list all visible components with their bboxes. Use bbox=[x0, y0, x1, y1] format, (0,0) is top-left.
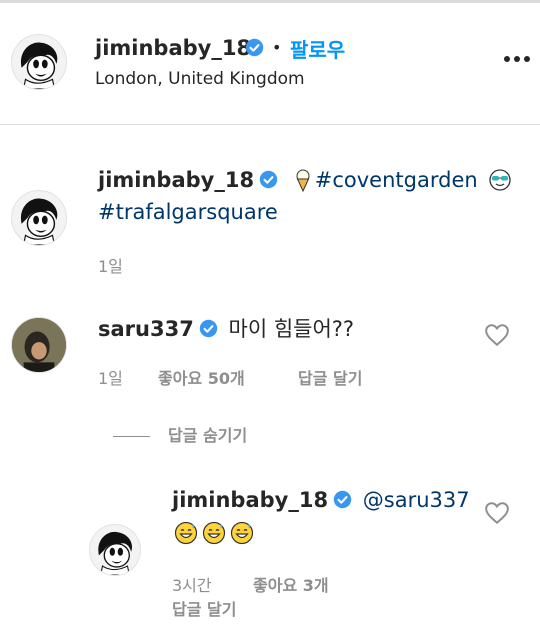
ice-cream-icon bbox=[291, 168, 315, 192]
replies-line bbox=[113, 436, 150, 437]
verified-badge-icon bbox=[333, 490, 352, 509]
header-location[interactable]: London, United Kingdom bbox=[95, 69, 305, 89]
comment-text: 마이 힘들어?? bbox=[228, 317, 355, 341]
verified-badge-icon bbox=[199, 319, 218, 338]
grinning-sweat-icon bbox=[202, 521, 226, 545]
comment-time[interactable]: 1일 bbox=[98, 365, 123, 389]
cartoon-avatar-icon bbox=[98, 531, 133, 575]
follow-button[interactable]: 팔로우 bbox=[290, 34, 345, 63]
comment-reply-button[interactable]: 답글 달기 bbox=[298, 365, 362, 389]
smiling-face-sunglasses-icon bbox=[488, 168, 512, 192]
like-heart-icon[interactable] bbox=[484, 501, 510, 525]
avatar[interactable] bbox=[11, 190, 67, 246]
reply-emojis bbox=[174, 521, 258, 545]
comment-username[interactable]: saru337 bbox=[98, 317, 194, 341]
top-edge bbox=[0, 0, 540, 3]
reply-reply-button[interactable]: 답글 달기 bbox=[172, 596, 236, 620]
reply-time[interactable]: 3시간 bbox=[172, 572, 212, 596]
reply-likes[interactable]: 좋아요 3개 bbox=[253, 572, 329, 596]
like-heart-icon[interactable] bbox=[484, 323, 510, 347]
grinning-sweat-icon bbox=[174, 521, 198, 545]
reply-username[interactable]: jiminbaby_18 bbox=[172, 488, 328, 512]
avatar[interactable] bbox=[89, 524, 141, 576]
header-dot: • bbox=[272, 38, 282, 57]
avatar[interactable] bbox=[11, 34, 67, 90]
hide-replies-label: 답글 숨기기 bbox=[168, 426, 248, 445]
caption-username[interactable]: jiminbaby_18 bbox=[98, 168, 254, 192]
grinning-sweat-icon bbox=[230, 521, 254, 545]
hide-replies-button[interactable]: 답글 숨기기 bbox=[113, 422, 247, 446]
header-username[interactable]: jiminbaby_18 bbox=[95, 36, 251, 60]
cartoon-avatar-icon bbox=[20, 42, 58, 89]
more-options-icon[interactable] bbox=[503, 49, 531, 62]
reply-mention[interactable]: @saru337 bbox=[363, 488, 470, 512]
hashtag-trafalgarsquare[interactable]: #trafalgarsquare bbox=[98, 200, 278, 224]
verified-badge-icon bbox=[245, 38, 264, 57]
avatar[interactable] bbox=[11, 317, 67, 373]
cartoon-avatar-icon bbox=[20, 198, 58, 245]
header-divider bbox=[0, 124, 540, 125]
verified-badge-icon bbox=[259, 170, 278, 189]
comment-likes[interactable]: 좋아요 50개 bbox=[158, 365, 245, 389]
hashtag-coventgarden[interactable]: #coventgarden bbox=[315, 168, 478, 192]
caption-time[interactable]: 1일 bbox=[98, 253, 123, 277]
photo-avatar-icon bbox=[12, 318, 66, 372]
